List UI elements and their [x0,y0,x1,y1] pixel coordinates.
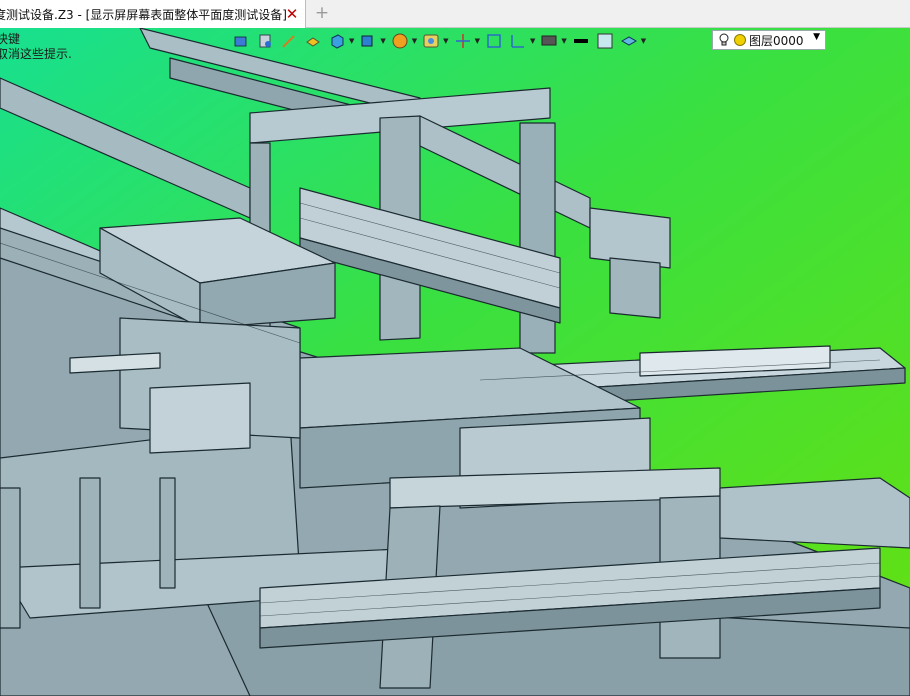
hint-line-2: 取消这些提示. [0,47,72,61]
axis-icon[interactable] [452,31,474,51]
part-icon[interactable] [357,31,379,51]
filter-icon[interactable] [254,31,276,51]
document-tab-title: 度测试设备.Z3 - [显示屏屏幕表面整体平面度测试设备] [0,7,287,22]
layer-plane-icon[interactable] [618,31,640,51]
line-color-icon[interactable] [570,31,592,51]
solid-icon[interactable] [326,31,348,51]
layer-name: 图层0000 [749,33,804,48]
frame-icon[interactable] [483,31,505,51]
display-dropdown-icon[interactable]: ▼ [561,37,566,45]
layer-selector[interactable]: 图层0000 ▼ [712,30,826,50]
3d-viewport[interactable]: 快键 取消这些提示. ▼ ▼ ▼ ▼ ▼ ▼ ▼ ▼ 图层0000 ▼ [0,28,910,696]
render-dropdown-icon[interactable]: ▼ [412,37,417,45]
display-icon[interactable] [538,31,560,51]
add-tab-icon[interactable]: + [314,5,330,22]
cad-model-render[interactable] [0,28,910,696]
tab-bar: 度测试设备.Z3 - [显示屏屏幕表面整体平面度测试设备] ✕ + [0,0,910,28]
view-icon[interactable] [420,31,442,51]
extrude-icon[interactable] [302,31,324,51]
close-icon[interactable]: ✕ [284,6,300,22]
solid-dropdown-icon[interactable]: ▼ [349,37,354,45]
dimension-icon[interactable] [507,31,529,51]
layer-plane-dropdown-icon[interactable]: ▼ [641,37,646,45]
view-toolbar: ▼ ▼ ▼ ▼ ▼ ▼ ▼ ▼ [230,30,649,52]
lightbulb-icon[interactable] [717,33,731,47]
sketch-icon[interactable] [278,31,300,51]
face-color-icon[interactable] [594,31,616,51]
chevron-down-icon[interactable]: ▼ [813,32,820,42]
layer-color-icon[interactable] [734,34,746,46]
document-tab[interactable]: 度测试设备.Z3 - [显示屏屏幕表面整体平面度测试设备] ✕ [0,0,306,28]
hint-line-1: 快键 [0,32,21,46]
render-icon[interactable] [389,31,411,51]
hint-text: 快键 取消这些提示. [0,32,72,62]
dimension-dropdown-icon[interactable]: ▼ [530,37,535,45]
part-dropdown-icon[interactable]: ▼ [380,37,385,45]
axis-dropdown-icon[interactable]: ▼ [475,37,480,45]
select-icon[interactable] [230,31,252,51]
view-dropdown-icon[interactable]: ▼ [443,37,448,45]
